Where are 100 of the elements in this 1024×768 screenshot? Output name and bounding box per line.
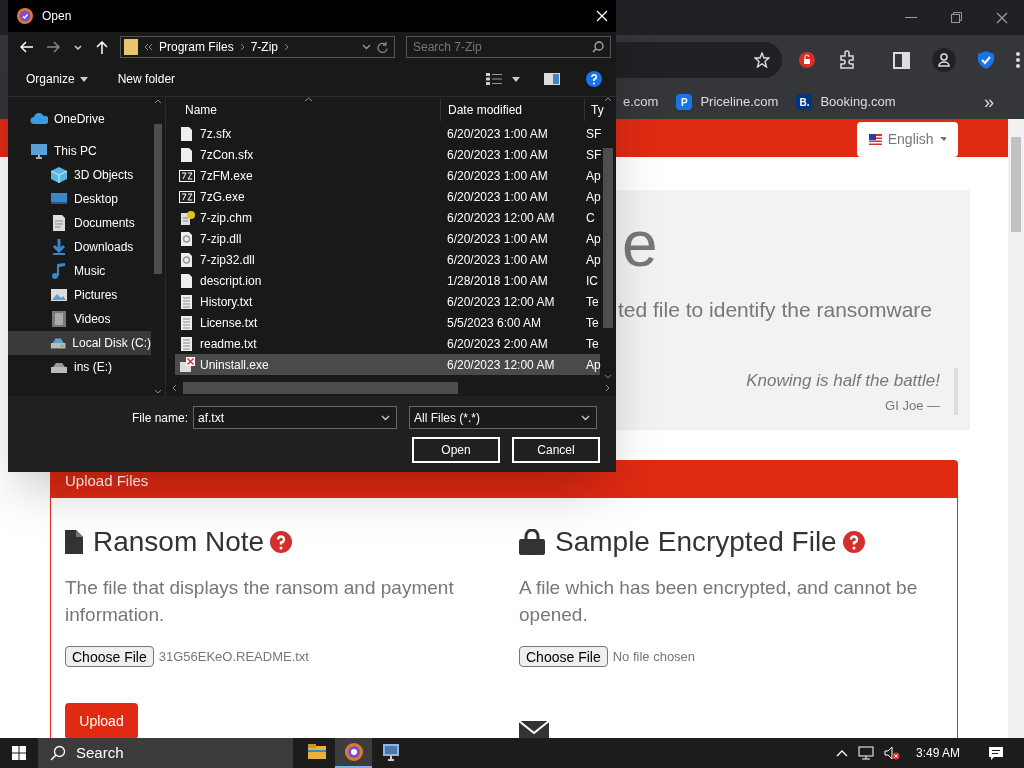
sidebar-item[interactable]: Music — [8, 259, 151, 283]
dialog-button[interactable]: Cancel — [512, 437, 600, 463]
star-icon[interactable] — [754, 52, 770, 68]
file-row[interactable]: 7-zip32.dll 6/20/2023 1:00 AM Ap — [175, 249, 600, 270]
search-input[interactable]: Search 7-Zip — [413, 38, 583, 56]
chevron-right-icon — [284, 43, 290, 51]
organize-button[interactable]: Organize — [26, 70, 88, 88]
bookmarks-overflow[interactable]: » — [984, 88, 994, 116]
notification-icon[interactable] — [988, 745, 1004, 761]
choose-file-button[interactable]: Choose File — [65, 646, 154, 667]
scrollbar-thumb[interactable] — [1011, 137, 1021, 232]
date-cell-text: 6/20/2023 1:00 AM — [446, 167, 549, 185]
restore-icon[interactable] — [951, 12, 962, 23]
file-row[interactable]: 7zG.exe 6/20/2023 1:00 AM Ap — [175, 186, 600, 207]
column-header[interactable]: Date modified — [440, 99, 584, 121]
chevron-left-icon — [144, 43, 153, 51]
sidebar-item[interactable]: Documents — [8, 211, 151, 235]
type-cell-text: Ap — [585, 167, 601, 185]
caret-icon — [79, 76, 88, 82]
column-header[interactable]: Ty — [584, 99, 604, 121]
file-name-text: 31G56EKeO.README.txt — [158, 647, 309, 666]
file-row[interactable]: 7zFM.exe 6/20/2023 1:00 AM Ap — [175, 165, 600, 186]
file-type-dropdown[interactable]: All Files (*.*) — [409, 406, 598, 429]
file-row[interactable]: 7z.sfx 6/20/2023 1:00 AM SF — [175, 123, 600, 144]
column-header[interactable]: Name — [166, 99, 440, 121]
language-dropdown[interactable]: English — [857, 122, 958, 157]
dialog-button[interactable]: Open — [412, 437, 500, 463]
file-row[interactable]: 7-zip.chm 6/20/2023 12:00 AM C — [175, 207, 600, 228]
bookmark-link[interactable]: B. Booking.com — [796, 92, 896, 112]
breadcrumb-item[interactable]: Program Files — [159, 38, 234, 56]
gear-file-icon — [179, 251, 195, 268]
search-field[interactable]: Search 7-Zip — [406, 36, 611, 58]
sidebar-item[interactable]: OneDrive — [8, 107, 151, 131]
sidebar-item[interactable]: Desktop — [8, 187, 151, 211]
page-scrollbar[interactable] — [1008, 119, 1024, 738]
muted-speaker-icon[interactable] — [883, 746, 900, 760]
profile-icon[interactable] — [932, 48, 956, 72]
chevron-up-icon — [604, 97, 612, 102]
upload-button[interactable]: Upload — [65, 703, 138, 738]
side-panel-icon[interactable] — [893, 51, 910, 69]
file-name-field[interactable]: af.txt — [193, 406, 398, 429]
windows-logo-icon[interactable] — [12, 746, 26, 760]
sidebar-item[interactable]: 3D Objects — [8, 163, 151, 187]
puzzle-icon[interactable] — [837, 50, 857, 70]
scrollbar-thumb[interactable] — [603, 148, 613, 328]
file-name-input[interactable]: af.txt — [198, 408, 369, 427]
sidebar-item[interactable]: ins (E:) — [8, 355, 151, 379]
date-cell-text: 6/20/2023 1:00 AM — [446, 146, 549, 164]
address-field[interactable]: Program Files 7-Zip — [120, 36, 395, 58]
taskbar-app[interactable] — [335, 738, 372, 768]
chevron-up-icon[interactable] — [835, 749, 848, 757]
forward-arrow-icon[interactable] — [47, 41, 60, 53]
up-arrow-icon[interactable] — [96, 40, 108, 54]
type-cell-text: Te — [585, 314, 599, 332]
bookmark-link[interactable]: e.com — [623, 92, 659, 112]
network-icon[interactable] — [857, 746, 874, 760]
back-arrow-icon[interactable] — [20, 41, 33, 53]
help-icon[interactable] — [586, 71, 602, 87]
file-row[interactable]: descript.ion 1/28/2018 1:00 AM IC — [175, 270, 600, 291]
lock-badge-icon[interactable] — [799, 52, 815, 68]
section-description: The file that displays the ransom and payment information. — [65, 576, 455, 627]
music-note-icon — [50, 262, 68, 280]
minimize-icon[interactable] — [905, 16, 917, 19]
file-row[interactable]: 7zCon.sfx 6/20/2023 1:00 AM SF — [175, 144, 600, 165]
gear-file-icon — [179, 230, 195, 247]
close-icon[interactable] — [996, 11, 1008, 24]
file-row[interactable]: Uninstall.exe 6/20/2023 12:00 AM Ap — [175, 354, 600, 375]
new-folder-button[interactable]: New folder — [117, 70, 176, 88]
chevron-left-icon — [172, 383, 177, 392]
file-row[interactable]: 7-zip.dll 6/20/2023 1:00 AM Ap — [175, 228, 600, 249]
shield-check-icon[interactable] — [978, 51, 994, 69]
breadcrumb-item[interactable]: 7-Zip — [250, 38, 279, 56]
file-row[interactable]: readme.txt 6/20/2023 2:00 AM Te — [175, 333, 600, 354]
folder-icon — [124, 39, 138, 55]
help-file-icon — [179, 209, 195, 226]
file-row[interactable]: License.txt 5/5/2023 6:00 AM Te — [175, 312, 600, 333]
scrollbar-thumb[interactable] — [183, 381, 458, 394]
search-icon — [50, 745, 66, 761]
view-options-icon[interactable] — [486, 73, 502, 85]
sidebar-item[interactable]: Pictures — [8, 283, 151, 307]
sidebar-item[interactable]: Downloads — [8, 235, 151, 259]
file-row[interactable]: History.txt 6/20/2023 12:00 AM Te — [175, 291, 600, 312]
choose-file-button[interactable]: Choose File — [519, 646, 608, 667]
clock-time[interactable]: 3:49 AM — [915, 744, 960, 762]
taskbar-search-field[interactable]: Search — [38, 738, 293, 768]
caret-icon[interactable] — [512, 76, 520, 82]
sidebar-scrollbar[interactable] — [151, 97, 165, 396]
bookmark-link[interactable]: P Priceline.com — [676, 92, 779, 112]
sidebar-item[interactable]: This PC — [8, 139, 151, 163]
taskbar-search-input[interactable]: Search — [76, 741, 276, 765]
sidebar-item[interactable]: Local Disk (C:) — [8, 331, 151, 355]
sidebar-item[interactable]: Videos — [8, 307, 151, 331]
refresh-icon[interactable] — [377, 41, 388, 53]
chevron-down-icon[interactable] — [74, 44, 82, 50]
scrollbar-thumb[interactable] — [154, 124, 162, 274]
menu-icon[interactable] — [1016, 52, 1020, 68]
preview-pane-icon[interactable] — [544, 73, 560, 85]
hero-subtitle: ted file to identify the ransomware — [618, 297, 932, 323]
file-name: 7-zip.dll — [200, 230, 242, 248]
chevron-down-icon — [381, 414, 391, 421]
